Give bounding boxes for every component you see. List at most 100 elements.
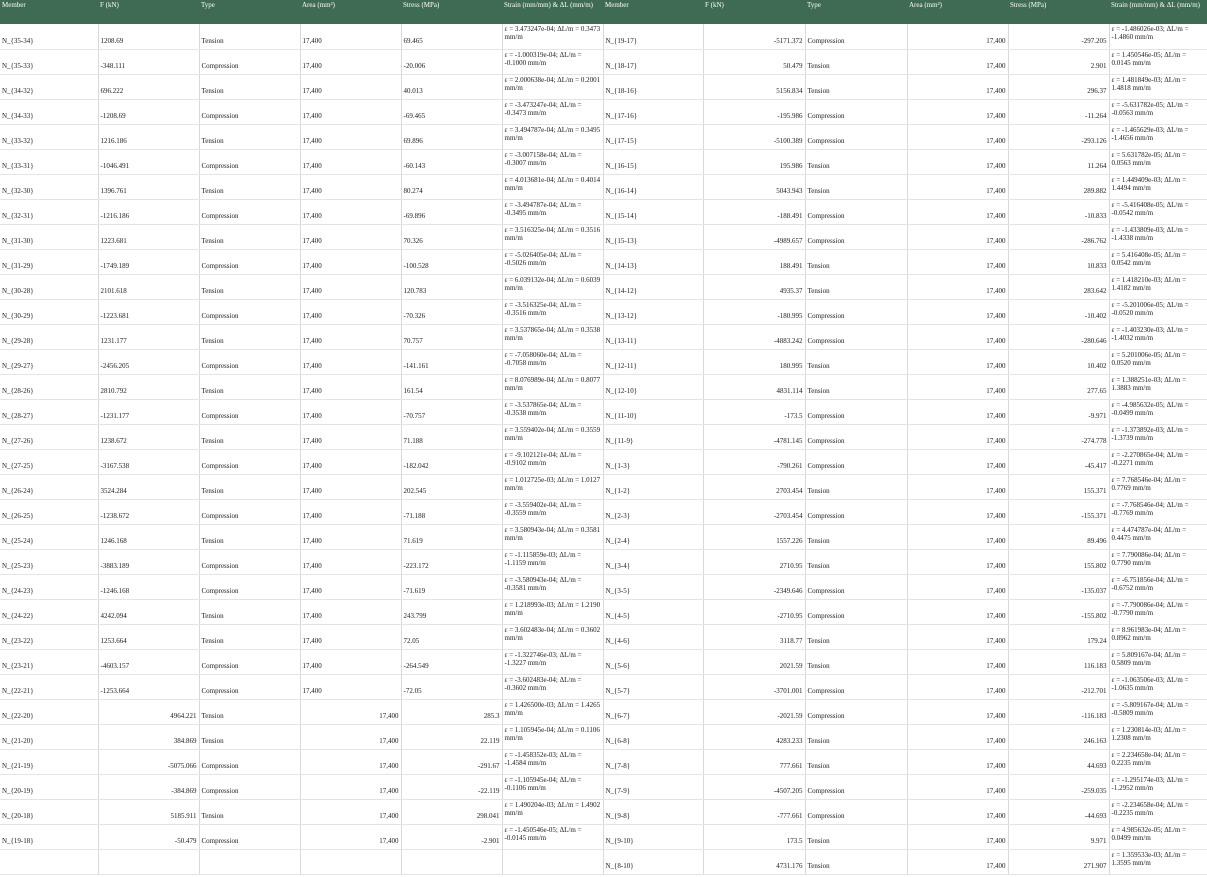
left-strain-cell[interactable]: ε = 3.559402e-04; ΔL/m = 0.3559 mm/m [502, 424, 604, 450]
right-member-cell[interactable]: N_{13-11} [603, 324, 704, 350]
left-strain-cell[interactable]: ε = 3.537865e-04; ΔL/m = 0.3538 mm/m [502, 324, 604, 350]
left-stress-cell[interactable]: -71.619 [401, 574, 503, 600]
left-force-cell[interactable]: 4242.094 [98, 599, 200, 625]
left-member-cell[interactable]: N_{22-20} [0, 699, 99, 725]
left-type-cell[interactable]: Tension [199, 424, 301, 450]
right-member-cell[interactable]: N_{2-3} [603, 499, 704, 525]
right-stress-cell[interactable]: 277.65 [1008, 374, 1110, 400]
left-strain-cell[interactable]: ε = -1.115859e-03; ΔL/m = -1.1159 mm/m [502, 549, 604, 575]
left-type-cell[interactable]: Tension [199, 799, 301, 825]
right-stress-cell[interactable]: 11.264 [1008, 149, 1110, 175]
right-area-cell[interactable]: 17,400 [907, 224, 1009, 250]
left-area-cell[interactable] [300, 849, 402, 875]
left-stress-cell[interactable]: -100.528 [401, 249, 503, 275]
left-strain-cell[interactable]: ε = -3.559402e-04; ΔL/m = -0.3559 mm/m [502, 499, 604, 525]
left-area-cell[interactable]: 17,400 [300, 124, 402, 150]
right-force-cell[interactable]: -5100.389 [703, 124, 806, 150]
left-member-cell[interactable]: N_{24-22} [0, 599, 99, 625]
left-area-cell[interactable]: 17,400 [300, 174, 402, 200]
right-strain-cell[interactable]: ε = -7.790086e-04; ΔL/m = -0.7790 mm/m [1109, 599, 1207, 625]
left-type-cell[interactable]: Tension [199, 124, 301, 150]
right-member-cell[interactable]: N_{17-16} [603, 99, 704, 125]
header-member-2[interactable]: Member [603, 0, 703, 24]
right-type-cell[interactable]: Tension [805, 849, 908, 875]
left-member-cell[interactable]: N_{21-19} [0, 749, 99, 775]
right-stress-cell[interactable]: -293.126 [1008, 124, 1110, 150]
left-type-cell[interactable]: Compression [199, 49, 301, 75]
left-stress-cell[interactable]: 70.757 [401, 324, 503, 350]
left-member-cell[interactable]: N_{20-18} [0, 799, 99, 825]
left-member-cell[interactable]: N_{32-30} [0, 174, 99, 200]
right-force-cell[interactable]: -4883.242 [703, 324, 806, 350]
left-member-cell[interactable]: N_{28-26} [0, 374, 99, 400]
right-strain-cell[interactable]: ε = 1.230814e-03; ΔL/m = 1.2308 mm/m [1109, 724, 1207, 750]
left-type-cell[interactable]: Compression [199, 824, 301, 850]
left-type-cell[interactable] [199, 849, 301, 875]
right-force-cell[interactable]: 4283.233 [703, 724, 806, 750]
right-area-cell[interactable]: 17,400 [907, 349, 1009, 375]
left-stress-cell[interactable]: -69.896 [401, 199, 503, 225]
left-force-cell[interactable]: -1223.681 [98, 299, 200, 325]
left-force-cell[interactable]: 4964.221 [98, 699, 200, 725]
right-force-cell[interactable]: -5171.372 [703, 24, 806, 50]
left-force-cell[interactable] [98, 849, 200, 875]
right-force-cell[interactable]: 2021.59 [703, 649, 806, 675]
right-type-cell[interactable]: Compression [805, 674, 908, 700]
left-area-cell[interactable]: 17,400 [300, 399, 402, 425]
left-area-cell[interactable]: 17,400 [300, 749, 402, 775]
left-stress-cell[interactable]: 161.54 [401, 374, 503, 400]
left-type-cell[interactable]: Tension [199, 474, 301, 500]
left-member-cell[interactable]: N_{28-27} [0, 399, 99, 425]
left-force-cell[interactable]: -1749.189 [98, 249, 200, 275]
right-strain-cell[interactable]: ε = -5.631782e-05; ΔL/m = -0.0563 mm/m [1109, 99, 1207, 125]
right-area-cell[interactable]: 17,400 [907, 524, 1009, 550]
right-force-cell[interactable]: -195.986 [703, 99, 806, 125]
left-stress-cell[interactable]: -60.143 [401, 149, 503, 175]
right-member-cell[interactable]: N_{16-14} [603, 174, 704, 200]
left-force-cell[interactable]: -1046.491 [98, 149, 200, 175]
left-member-cell[interactable]: N_{35-34} [0, 24, 99, 50]
right-type-cell[interactable]: Tension [805, 549, 908, 575]
header-strain-2[interactable]: Strain (mm/mm) & ΔL (mm/m) [1109, 0, 1207, 24]
left-force-cell[interactable]: 1238.672 [98, 424, 200, 450]
left-strain-cell[interactable]: ε = 3.473247e-04; ΔL/m = 0.3473 mm/m [502, 24, 604, 50]
right-member-cell[interactable]: N_{14-13} [603, 249, 704, 275]
right-member-cell[interactable]: N_{9-8} [603, 799, 704, 825]
left-strain-cell[interactable]: ε = 1.105945e-04; ΔL/m = 0.1106 mm/m [502, 724, 604, 750]
left-force-cell[interactable]: 1253.664 [98, 624, 200, 650]
left-area-cell[interactable]: 17,400 [300, 249, 402, 275]
left-area-cell[interactable]: 17,400 [300, 674, 402, 700]
header-member[interactable]: Member [0, 0, 98, 24]
right-force-cell[interactable]: -790.261 [703, 449, 806, 475]
right-type-cell[interactable]: Tension [805, 624, 908, 650]
left-strain-cell[interactable]: ε = -3.516325e-04; ΔL/m = -0.3516 mm/m [502, 299, 604, 325]
right-stress-cell[interactable]: -212.701 [1008, 674, 1110, 700]
right-strain-cell[interactable]: ε = -4.985632e-05; ΔL/m = -0.0499 mm/m [1109, 399, 1207, 425]
right-stress-cell[interactable]: 289.882 [1008, 174, 1110, 200]
right-force-cell[interactable]: -3701.001 [703, 674, 806, 700]
right-stress-cell[interactable]: 283.642 [1008, 274, 1110, 300]
header-area[interactable]: Area (mm²) [300, 0, 401, 24]
left-type-cell[interactable]: Compression [199, 549, 301, 575]
right-force-cell[interactable]: -4989.657 [703, 224, 806, 250]
right-type-cell[interactable]: Tension [805, 524, 908, 550]
right-strain-cell[interactable]: ε = 5.631782e-05; ΔL/m = 0.0563 mm/m [1109, 149, 1207, 175]
left-area-cell[interactable]: 17,400 [300, 699, 402, 725]
left-type-cell[interactable]: Compression [199, 399, 301, 425]
left-type-cell[interactable]: Tension [199, 699, 301, 725]
right-strain-cell[interactable]: ε = 1.481849e-03; ΔL/m = 1.4818 mm/m [1109, 74, 1207, 100]
right-area-cell[interactable]: 17,400 [907, 624, 1009, 650]
left-type-cell[interactable]: Compression [199, 99, 301, 125]
right-area-cell[interactable]: 17,400 [907, 499, 1009, 525]
right-force-cell[interactable]: -2349.646 [703, 574, 806, 600]
right-area-cell[interactable]: 17,400 [907, 49, 1009, 75]
left-type-cell[interactable]: Tension [199, 74, 301, 100]
right-type-cell[interactable]: Compression [805, 599, 908, 625]
right-stress-cell[interactable]: 44.693 [1008, 749, 1110, 775]
left-stress-cell[interactable]: -69.465 [401, 99, 503, 125]
right-force-cell[interactable]: -2021.59 [703, 699, 806, 725]
right-member-cell[interactable]: N_{11-10} [603, 399, 704, 425]
right-type-cell[interactable]: Compression [805, 324, 908, 350]
left-force-cell[interactable]: -1253.664 [98, 674, 200, 700]
left-strain-cell[interactable]: ε = 1.490204e-03; ΔL/m = 1.4902 mm/m [502, 799, 604, 825]
